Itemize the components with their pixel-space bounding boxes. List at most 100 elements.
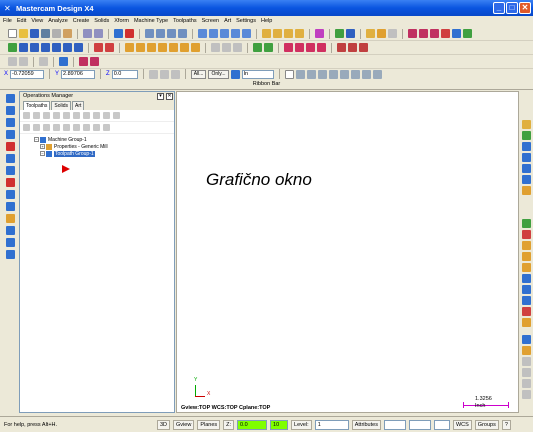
note-icon[interactable] (233, 43, 242, 52)
select-icon[interactable] (159, 69, 169, 79)
select-help-icon[interactable] (170, 69, 180, 79)
tool-icon[interactable] (521, 346, 531, 355)
properties-icon[interactable] (63, 29, 72, 38)
pocket-toolpath-icon[interactable] (348, 43, 357, 52)
tab-toolpaths[interactable]: Toolpaths (23, 101, 51, 110)
solid-extrude-icon[interactable] (284, 43, 293, 52)
dimension-icon[interactable] (222, 43, 231, 52)
tab-art[interactable]: Art (72, 101, 85, 110)
x-coordinate-field[interactable]: -0.72059 (10, 69, 45, 79)
redo-icon[interactable] (94, 29, 103, 38)
sphere-icon[interactable] (346, 29, 355, 38)
menu-settings[interactable]: Settings (236, 18, 256, 24)
menu-screen[interactable]: Screen (202, 18, 219, 24)
expand-icon[interactable] (103, 124, 110, 131)
print-preview-icon[interactable] (52, 29, 61, 38)
rectangle-icon[interactable] (41, 43, 50, 52)
zoom-window-icon[interactable] (145, 29, 154, 38)
pencil-icon[interactable] (388, 29, 397, 38)
surface-menu-icon[interactable] (5, 190, 15, 199)
status-level-label[interactable]: Level: (291, 419, 312, 430)
status-3d-button[interactable]: 3D (157, 419, 171, 430)
drill-toolpath-icon[interactable] (359, 43, 368, 52)
tree-machine-group[interactable]: − Machine Group-1 (34, 136, 174, 143)
file-open-icon[interactable] (521, 120, 531, 129)
verify-ops-icon[interactable] (73, 112, 80, 119)
tree-toolpath-group[interactable]: − Toolpath Group-1 (34, 150, 174, 157)
selection-mode-icon[interactable] (230, 69, 240, 79)
delete-ops-icon[interactable] (23, 124, 30, 131)
hidden-line-icon[interactable] (273, 29, 282, 38)
simulate-ops-icon[interactable] (83, 112, 90, 119)
toggle-display-icon[interactable] (43, 124, 50, 131)
rotate-view-icon[interactable] (242, 29, 251, 38)
trim-icon[interactable] (63, 43, 72, 52)
area-select-icon[interactable] (306, 69, 316, 79)
point-style-icon[interactable] (521, 296, 531, 305)
menu-machine-type[interactable]: Machine Type (134, 18, 168, 24)
z-coordinate-field[interactable]: 0.0 (111, 69, 138, 79)
star-icon[interactable] (377, 29, 386, 38)
surface-icon[interactable] (253, 43, 262, 52)
new-file-icon[interactable] (8, 29, 17, 38)
verify-select-icon[interactable] (361, 69, 371, 79)
maximize-button[interactable]: □ (506, 2, 518, 14)
status-gview-button[interactable]: Gview (173, 419, 195, 430)
menu-toolpaths[interactable]: Toolpaths (173, 18, 197, 24)
shaded-outline-icon[interactable] (295, 29, 304, 38)
solid-shell-icon[interactable] (317, 43, 326, 52)
post-icon[interactable] (452, 29, 461, 38)
status-attributes-button[interactable]: Attributes (351, 419, 381, 430)
regen-all-icon[interactable] (43, 112, 50, 119)
layer-off-icon[interactable] (521, 230, 531, 239)
spline-menu-icon[interactable] (5, 130, 15, 139)
print-icon[interactable] (41, 29, 50, 38)
verify-icon[interactable] (441, 29, 450, 38)
status-line-style-select[interactable] (408, 419, 431, 430)
xform-rotate-icon[interactable] (147, 43, 156, 52)
backplot-icon[interactable] (430, 29, 439, 38)
wireframe-icon[interactable] (262, 29, 271, 38)
point-icon[interactable] (8, 43, 17, 52)
view-side-icon[interactable] (521, 164, 531, 173)
status-wcs-button[interactable]: WCS (452, 419, 472, 430)
surface-fillet-icon[interactable] (264, 43, 273, 52)
pen-icon[interactable] (366, 29, 375, 38)
scroll-icon[interactable] (83, 124, 90, 131)
insert-arrow-icon[interactable] (73, 124, 80, 131)
solid-menu-icon[interactable] (5, 202, 15, 211)
window-select-icon[interactable] (284, 69, 294, 79)
contour-toolpath-icon[interactable] (337, 43, 346, 52)
toolpath-regen-icon[interactable] (90, 57, 99, 66)
layer-menu-icon[interactable] (5, 250, 15, 259)
menu-file[interactable]: File (3, 18, 12, 24)
circle-icon[interactable] (30, 43, 39, 52)
expand-icon[interactable]: + (40, 144, 45, 149)
analyze-icon[interactable] (211, 43, 220, 52)
attributes-icon[interactable] (521, 252, 531, 261)
circle-select-icon[interactable] (521, 368, 531, 377)
point-menu-icon[interactable] (335, 29, 344, 38)
chain-select-icon[interactable] (295, 69, 305, 79)
panel-dropdown-icon[interactable]: ▾ (157, 93, 164, 100)
graphics-window[interactable]: Grafično okno Y X Gview:TOP WCS:TOP Cpla… (176, 91, 519, 413)
autocursor-icon[interactable] (8, 57, 17, 66)
y-coordinate-field[interactable]: 2.89706 (61, 69, 96, 79)
offset-icon[interactable] (74, 43, 83, 52)
tree-properties[interactable]: + Properties - Generic Mill (34, 143, 174, 150)
select-all-button[interactable]: All... (190, 69, 207, 79)
collapse-icon[interactable]: − (34, 137, 39, 142)
menu-edit[interactable]: Edit (17, 18, 26, 24)
status-line-width-select[interactable] (433, 419, 450, 430)
front-view-icon[interactable] (209, 29, 218, 38)
iso-view-icon[interactable] (231, 29, 240, 38)
merge-icon[interactable] (521, 131, 531, 140)
single-select-icon[interactable] (317, 69, 327, 79)
view-iso-icon[interactable] (521, 175, 531, 184)
simulate-icon[interactable] (419, 29, 428, 38)
menu-help[interactable]: Help (261, 18, 272, 24)
point-menu-icon[interactable] (5, 94, 15, 103)
xform-mirror-icon[interactable] (136, 43, 145, 52)
level-icon[interactable] (521, 241, 531, 250)
blank-icon[interactable] (521, 307, 531, 316)
